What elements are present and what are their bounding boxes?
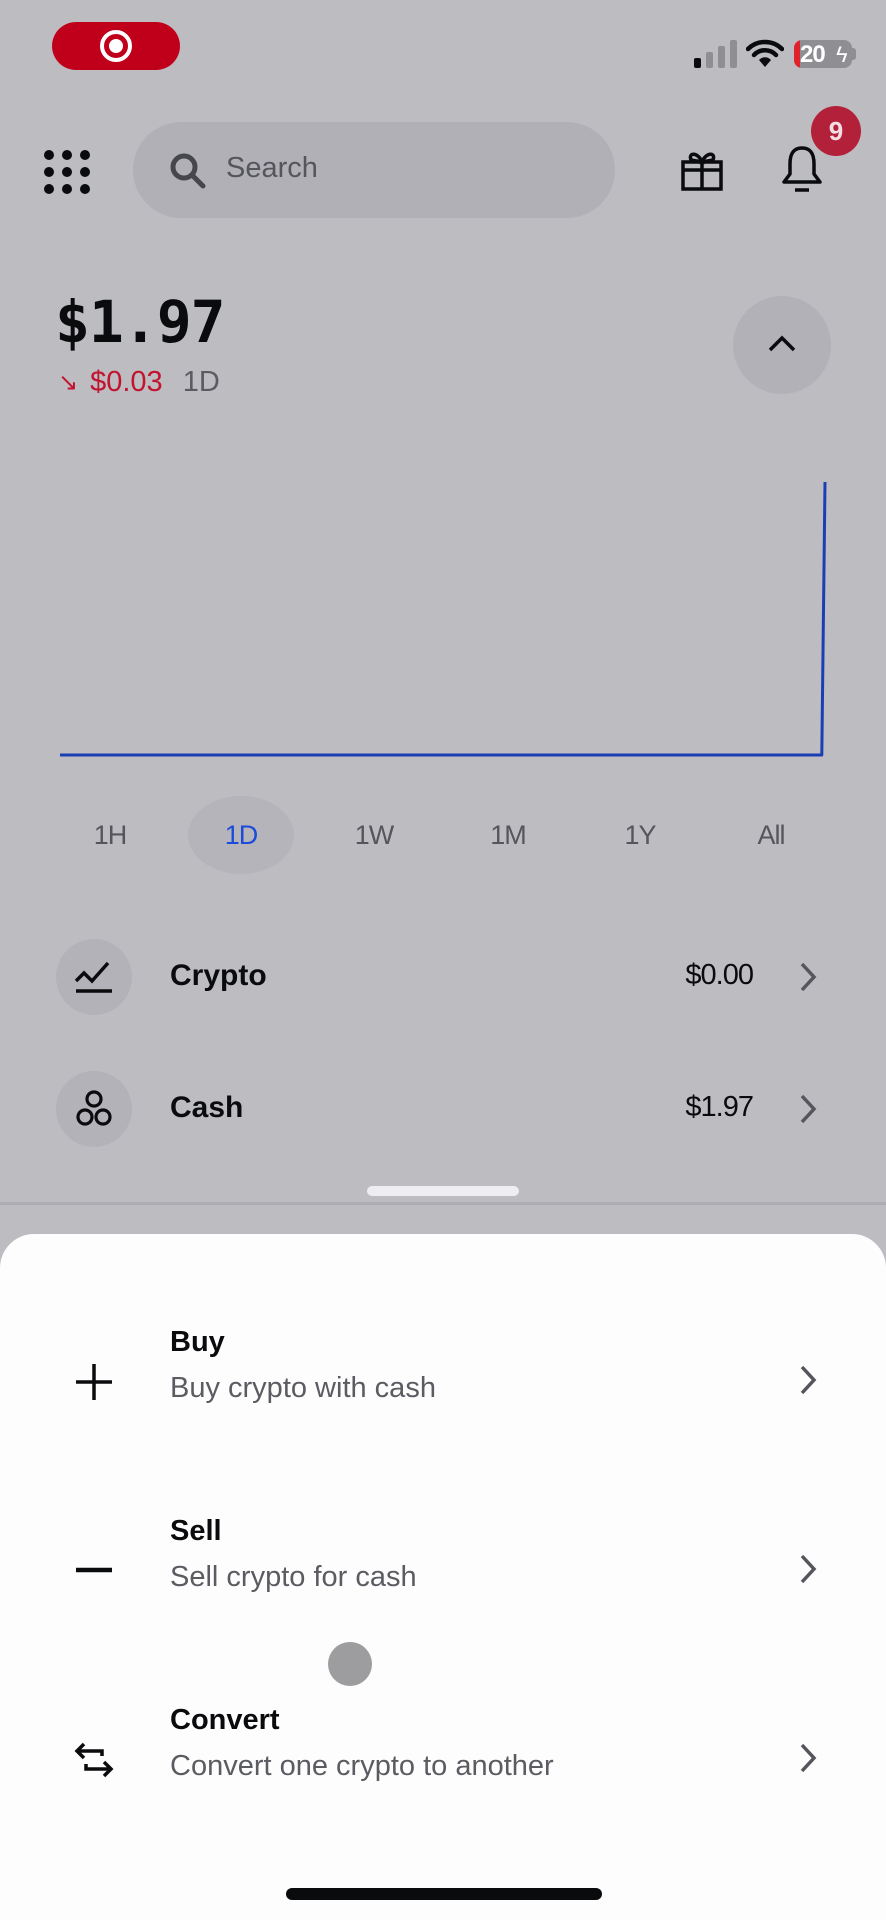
divider (0, 1202, 886, 1205)
search-icon (170, 153, 206, 189)
portfolio-chart[interactable] (0, 440, 886, 780)
asset-name: Crypto (170, 959, 267, 992)
sheet-drag-handle[interactable] (367, 1186, 519, 1196)
touch-indicator (328, 1642, 372, 1686)
home-indicator[interactable] (286, 1888, 602, 1900)
screen-recording-indicator[interactable] (52, 22, 180, 70)
time-range-1m[interactable]: 1M (456, 800, 560, 870)
time-range-1y[interactable]: 1Y (588, 800, 692, 870)
plus-icon (76, 1364, 112, 1400)
change-period: 1D (182, 365, 220, 398)
notification-badge: 9 (811, 106, 861, 156)
wifi-icon (746, 39, 784, 67)
action-convert[interactable]: Convert Convert one crypto to another (0, 1704, 886, 1814)
balance-change: ↘ $0.03 1D (58, 362, 220, 402)
time-range-all[interactable]: All (719, 800, 823, 870)
chevron-right-icon (800, 1554, 817, 1584)
action-subtitle: Buy crypto with cash (170, 1372, 436, 1404)
action-title: Buy (170, 1326, 225, 1358)
notifications-bell-icon[interactable] (780, 144, 824, 194)
time-range-1h[interactable]: 1H (58, 800, 162, 870)
trend-line-icon (74, 961, 112, 993)
asset-name: Cash (170, 1091, 244, 1124)
search-input[interactable]: Search (133, 122, 615, 218)
charging-bolt-icon: ϟ (836, 42, 848, 67)
portfolio-balance: $1.97 (55, 288, 226, 356)
trend-down-arrow-icon: ↘ (58, 368, 79, 396)
asset-value: $0.00 (685, 959, 754, 991)
time-range-selector: 1H 1D 1W 1M 1Y All (0, 800, 886, 870)
asset-row-crypto[interactable]: Crypto $0.00 (0, 927, 886, 1027)
action-title: Sell (170, 1515, 222, 1547)
action-subtitle: Sell crypto for cash (170, 1561, 417, 1593)
action-sell[interactable]: Sell Sell crypto for cash (0, 1515, 886, 1625)
swap-arrows-icon (74, 1742, 114, 1778)
chevron-right-icon (800, 962, 817, 992)
chevron-right-icon (800, 1365, 817, 1395)
chart-series-line (60, 481, 827, 757)
cellular-signal-icon (694, 40, 738, 68)
change-value: $0.03 (90, 365, 163, 398)
chevron-up-icon (768, 335, 796, 352)
minus-icon (76, 1567, 112, 1573)
collapse-button[interactable] (733, 296, 831, 394)
time-range-1w[interactable]: 1W (322, 800, 426, 870)
action-title: Convert (170, 1704, 280, 1736)
asset-row-cash[interactable]: Cash $1.97 (0, 1059, 886, 1159)
action-buy[interactable]: Buy Buy crypto with cash (0, 1326, 886, 1436)
coins-icon (76, 1090, 112, 1126)
chevron-right-icon (800, 1743, 817, 1773)
battery-indicator: 20 ϟ (794, 40, 852, 68)
apps-grid-icon[interactable] (44, 150, 90, 194)
action-subtitle: Convert one crypto to another (170, 1750, 554, 1782)
time-range-1d[interactable]: 1D (189, 800, 293, 870)
search-placeholder: Search (226, 152, 318, 184)
battery-percent: 20 (800, 41, 826, 68)
gift-icon[interactable] (680, 148, 724, 192)
chevron-right-icon (800, 1094, 817, 1124)
asset-value: $1.97 (685, 1091, 754, 1123)
